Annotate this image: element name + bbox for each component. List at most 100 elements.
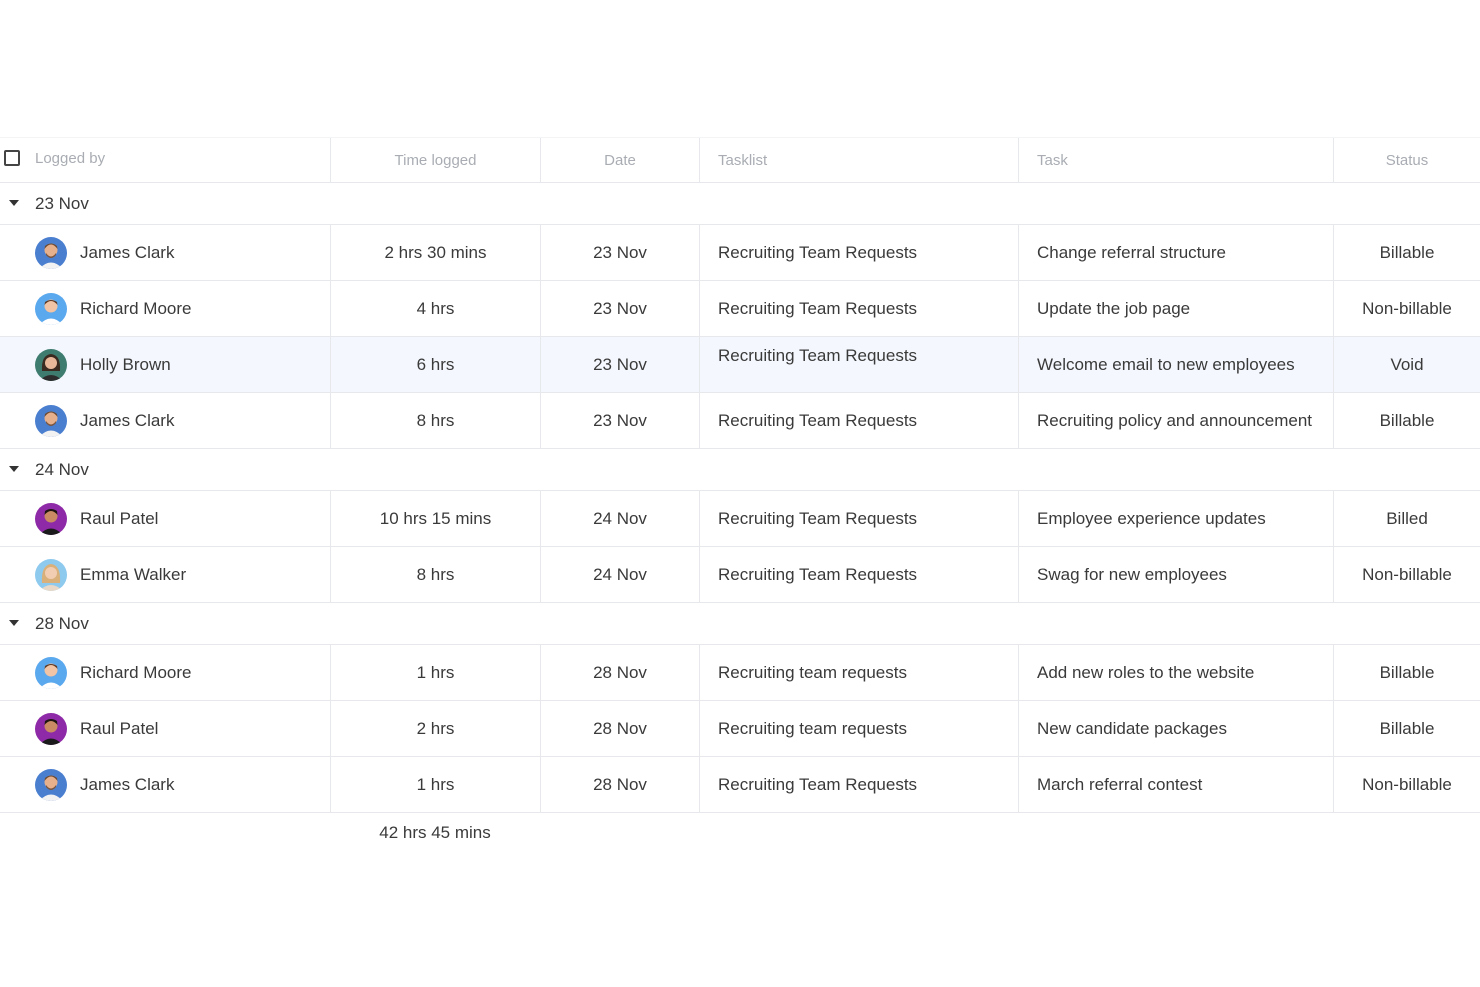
date-cell: 23 Nov [540, 225, 699, 280]
avatar-raul-icon [35, 503, 67, 535]
task-cell[interactable]: Swag for new employees [1018, 547, 1333, 602]
group-header[interactable]: 23 Nov [0, 183, 1480, 225]
task-cell[interactable]: Employee experience updates [1018, 491, 1333, 546]
avatar [35, 503, 67, 535]
user-name: Richard Moore [80, 299, 192, 318]
status-cell[interactable]: Billable [1333, 645, 1480, 700]
task-cell[interactable]: Update the job page [1018, 281, 1333, 336]
task-cell[interactable]: March referral contest [1018, 757, 1333, 812]
task-cell[interactable]: New candidate packages [1018, 701, 1333, 756]
col-tasklist[interactable]: Tasklist [699, 138, 1018, 182]
user-name: Richard Moore [80, 663, 192, 682]
time-cell: 1 hrs [330, 757, 540, 812]
table-row[interactable]: James Clark 1 hrs 28 Nov Recruiting Team… [0, 757, 1480, 813]
group-header[interactable]: 28 Nov [0, 603, 1480, 645]
time-log-table: Logged by Time logged Date Tasklist Task… [0, 137, 1480, 813]
status-cell[interactable]: Non-billable [1333, 281, 1480, 336]
total-time-logged: 42 hrs 45 mins [379, 823, 491, 842]
date-cell: 24 Nov [540, 547, 699, 602]
table-row[interactable]: Raul Patel 10 hrs 15 mins 24 Nov Recruit… [0, 491, 1480, 547]
status-cell[interactable]: Billable [1333, 393, 1480, 448]
user-name: Raul Patel [80, 719, 159, 738]
tasklist-cell[interactable]: Recruiting Team Requests [699, 337, 1018, 392]
user-name: James Clark [80, 775, 175, 794]
table-row[interactable]: Richard Moore 4 hrs 23 Nov Recruiting Te… [0, 281, 1480, 337]
date-cell: 23 Nov [540, 281, 699, 336]
user-name: Raul Patel [80, 509, 159, 528]
user-name: James Clark [80, 243, 175, 262]
time-cell: 10 hrs 15 mins [330, 491, 540, 546]
col-date[interactable]: Date [540, 138, 699, 182]
col-task[interactable]: Task [1018, 138, 1333, 182]
group-label: 28 Nov [35, 614, 89, 633]
table-row[interactable]: Richard Moore 1 hrs 28 Nov Recruiting te… [0, 645, 1480, 701]
logged-by-cell: James Clark [0, 393, 330, 448]
caret-down-icon[interactable] [9, 200, 19, 206]
caret-down-icon[interactable] [9, 466, 19, 472]
avatar [35, 713, 67, 745]
avatar [35, 349, 67, 381]
time-cell: 2 hrs 30 mins [330, 225, 540, 280]
col-logged-by[interactable]: Logged by [0, 138, 330, 182]
col-status[interactable]: Status [1333, 138, 1480, 182]
table-row[interactable]: James Clark 8 hrs 23 Nov Recruiting Team… [0, 393, 1480, 449]
time-cell: 1 hrs [330, 645, 540, 700]
user-name: Emma Walker [80, 565, 187, 584]
date-cell: 28 Nov [540, 701, 699, 756]
tasklist-cell[interactable]: Recruiting Team Requests [699, 225, 1018, 280]
logged-by-cell: James Clark [0, 225, 330, 280]
table-row[interactable]: James Clark 2 hrs 30 mins 23 Nov Recruit… [0, 225, 1480, 281]
task-cell[interactable]: Welcome email to new employees [1018, 337, 1333, 392]
col-time-logged[interactable]: Time logged [330, 138, 540, 182]
avatar-richard-icon [35, 293, 67, 325]
avatar [35, 293, 67, 325]
avatar [35, 237, 67, 269]
avatar-james-icon [35, 769, 67, 801]
date-cell: 23 Nov [540, 393, 699, 448]
status-cell[interactable]: Billable [1333, 225, 1480, 280]
time-cell: 2 hrs [330, 701, 540, 756]
avatar-raul-icon [35, 713, 67, 745]
task-cell[interactable]: Add new roles to the website [1018, 645, 1333, 700]
avatar-emma-icon [35, 559, 67, 591]
tasklist-cell[interactable]: Recruiting Team Requests [699, 281, 1018, 336]
status-cell[interactable]: Billed [1333, 491, 1480, 546]
logged-by-cell: Richard Moore [0, 645, 330, 700]
avatar-james-icon [35, 405, 67, 437]
tasklist-cell[interactable]: Recruiting Team Requests [699, 757, 1018, 812]
time-cell: 8 hrs [330, 547, 540, 602]
time-cell: 8 hrs [330, 393, 540, 448]
date-cell: 24 Nov [540, 491, 699, 546]
task-cell[interactable]: Change referral structure [1018, 225, 1333, 280]
date-cell: 28 Nov [540, 757, 699, 812]
status-cell[interactable]: Non-billable [1333, 547, 1480, 602]
avatar [35, 405, 67, 437]
table-row-highlighted[interactable]: Holly Brown 6 hrs 23 Nov Recruiting Team… [0, 337, 1480, 393]
task-cell[interactable]: Recruiting policy and announcement [1018, 393, 1333, 448]
tasklist-cell[interactable]: Recruiting Team Requests [699, 393, 1018, 448]
logged-by-cell: Holly Brown [0, 337, 330, 392]
caret-down-icon[interactable] [9, 620, 19, 626]
tasklist-cell[interactable]: Recruiting Team Requests [699, 547, 1018, 602]
logged-by-cell: James Clark [0, 757, 330, 812]
table-row[interactable]: Raul Patel 2 hrs 28 Nov Recruiting team … [0, 701, 1480, 757]
time-cell: 4 hrs [330, 281, 540, 336]
avatar-richard-icon [35, 657, 67, 689]
logged-by-cell: Raul Patel [0, 701, 330, 756]
avatar-james-icon [35, 237, 67, 269]
table-row[interactable]: Emma Walker 8 hrs 24 Nov Recruiting Team… [0, 547, 1480, 603]
select-all-checkbox[interactable] [4, 150, 20, 166]
group-header[interactable]: 24 Nov [0, 449, 1480, 491]
table-header: Logged by Time logged Date Tasklist Task… [0, 137, 1480, 183]
status-cell[interactable]: Billable [1333, 701, 1480, 756]
logged-by-cell: Richard Moore [0, 281, 330, 336]
avatar [35, 769, 67, 801]
tasklist-cell[interactable]: Recruiting team requests [699, 645, 1018, 700]
date-cell: 28 Nov [540, 645, 699, 700]
user-name: James Clark [80, 411, 175, 430]
avatar-holly-icon [35, 349, 67, 381]
tasklist-cell[interactable]: Recruiting Team Requests [699, 491, 1018, 546]
status-cell[interactable]: Non-billable [1333, 757, 1480, 812]
status-cell[interactable]: Void [1333, 337, 1480, 392]
tasklist-cell[interactable]: Recruiting team requests [699, 701, 1018, 756]
